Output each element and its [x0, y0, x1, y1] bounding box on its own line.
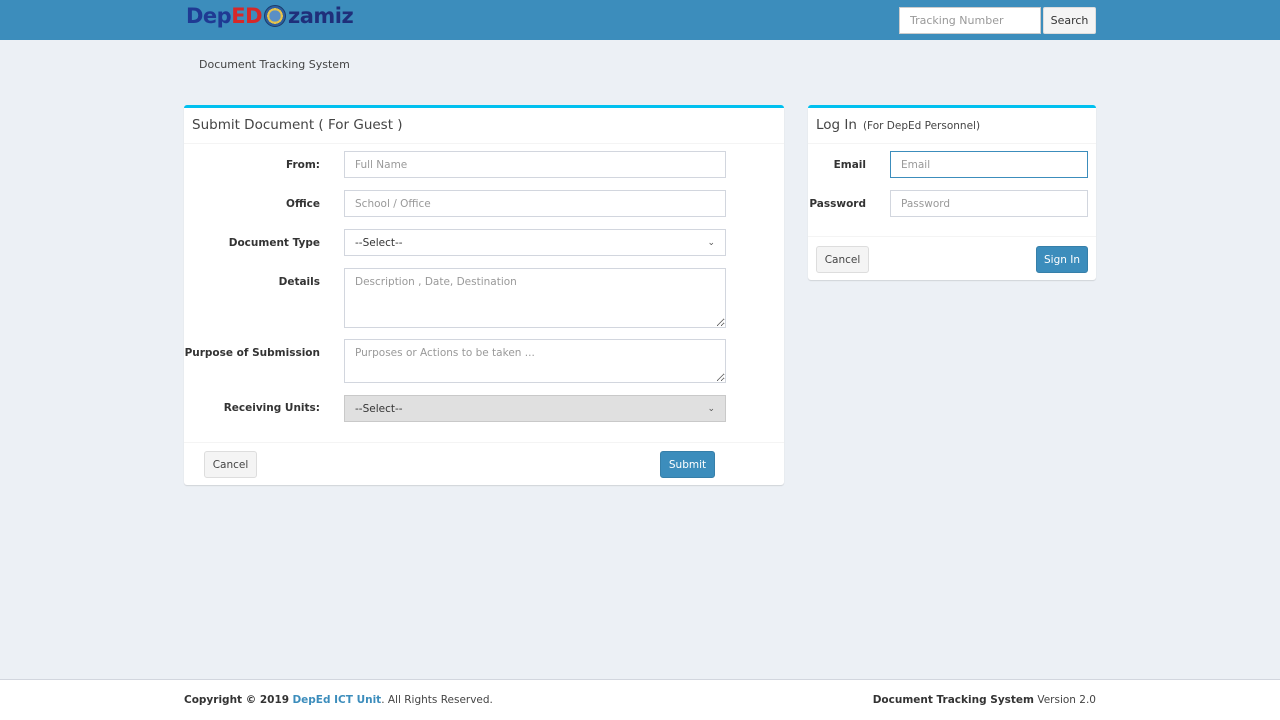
login-cancel-button[interactable]: Cancel: [816, 246, 869, 273]
divider: [808, 236, 1096, 237]
office-label: Office: [286, 198, 320, 210]
login-header: Log In (For DepEd Personnel): [808, 108, 1096, 144]
logo-text-ed: ED: [231, 4, 262, 28]
submit-button[interactable]: Submit: [660, 451, 715, 478]
system-name: Document Tracking System: [872, 694, 1034, 706]
document-type-value: --Select--: [355, 236, 403, 249]
logo-text-zamiz: zamiz: [288, 4, 354, 28]
deped-ict-unit-link[interactable]: DepEd ICT Unit: [292, 694, 381, 706]
sign-in-button[interactable]: Sign In: [1036, 246, 1088, 273]
from-label: From:: [285, 159, 320, 171]
submit-document-panel: Submit Document ( For Guest ) From: Offi…: [184, 105, 784, 485]
document-type-select[interactable]: --Select-- ⌄: [344, 229, 726, 256]
email-field[interactable]: [890, 151, 1088, 178]
details-textarea[interactable]: [344, 268, 726, 328]
top-navbar: DepED zamiz Search: [0, 0, 1280, 40]
details-label: Details: [278, 276, 320, 288]
purpose-label: Purpose of Submission: [184, 347, 320, 359]
guest-cancel-button[interactable]: Cancel: [204, 451, 257, 478]
breadcrumb: Document Tracking System: [199, 58, 350, 71]
login-panel: Log In (For DepEd Personnel) Email Passwo…: [808, 105, 1096, 280]
submit-document-title: Submit Document ( For Guest ): [184, 108, 784, 144]
login-title: Log In: [816, 117, 857, 133]
purpose-textarea[interactable]: [344, 339, 726, 383]
password-field[interactable]: [890, 190, 1088, 217]
rights-text: . All Rights Reserved.: [381, 694, 493, 706]
email-label: Email: [833, 159, 866, 171]
password-label: Password: [809, 198, 866, 210]
version-text: Document Tracking System Version 2.0: [873, 694, 1096, 706]
deped-zamiz-logo[interactable]: Dep ED zamiz: [186, 2, 354, 30]
logo-text-dep: Dep: [186, 4, 232, 28]
seal-icon: [264, 5, 286, 27]
document-type-label: Document Type: [228, 237, 320, 249]
copyright-text: Copyright © 2019 DepEd ICT Unit. All Rig…: [184, 694, 493, 706]
search-button[interactable]: Search: [1043, 7, 1096, 34]
page-footer: Copyright © 2019 DepEd ICT Unit. All Rig…: [0, 679, 1280, 720]
version-number: Version 2.0: [1037, 694, 1096, 706]
office-input[interactable]: [344, 190, 726, 217]
receiving-units-label: Receiving Units:: [223, 402, 320, 414]
chevron-down-icon: ⌄: [707, 237, 715, 248]
divider: [184, 442, 784, 443]
full-name-input[interactable]: [344, 151, 726, 178]
chevron-down-icon: ⌄: [707, 403, 715, 414]
copyright-prefix: Copyright © 2019: [184, 694, 290, 706]
login-subtitle: (For DepEd Personnel): [862, 120, 981, 132]
tracking-number-input[interactable]: [899, 7, 1041, 34]
receiving-units-select[interactable]: --Select-- ⌄: [344, 395, 726, 422]
receiving-units-value: --Select--: [355, 402, 403, 415]
